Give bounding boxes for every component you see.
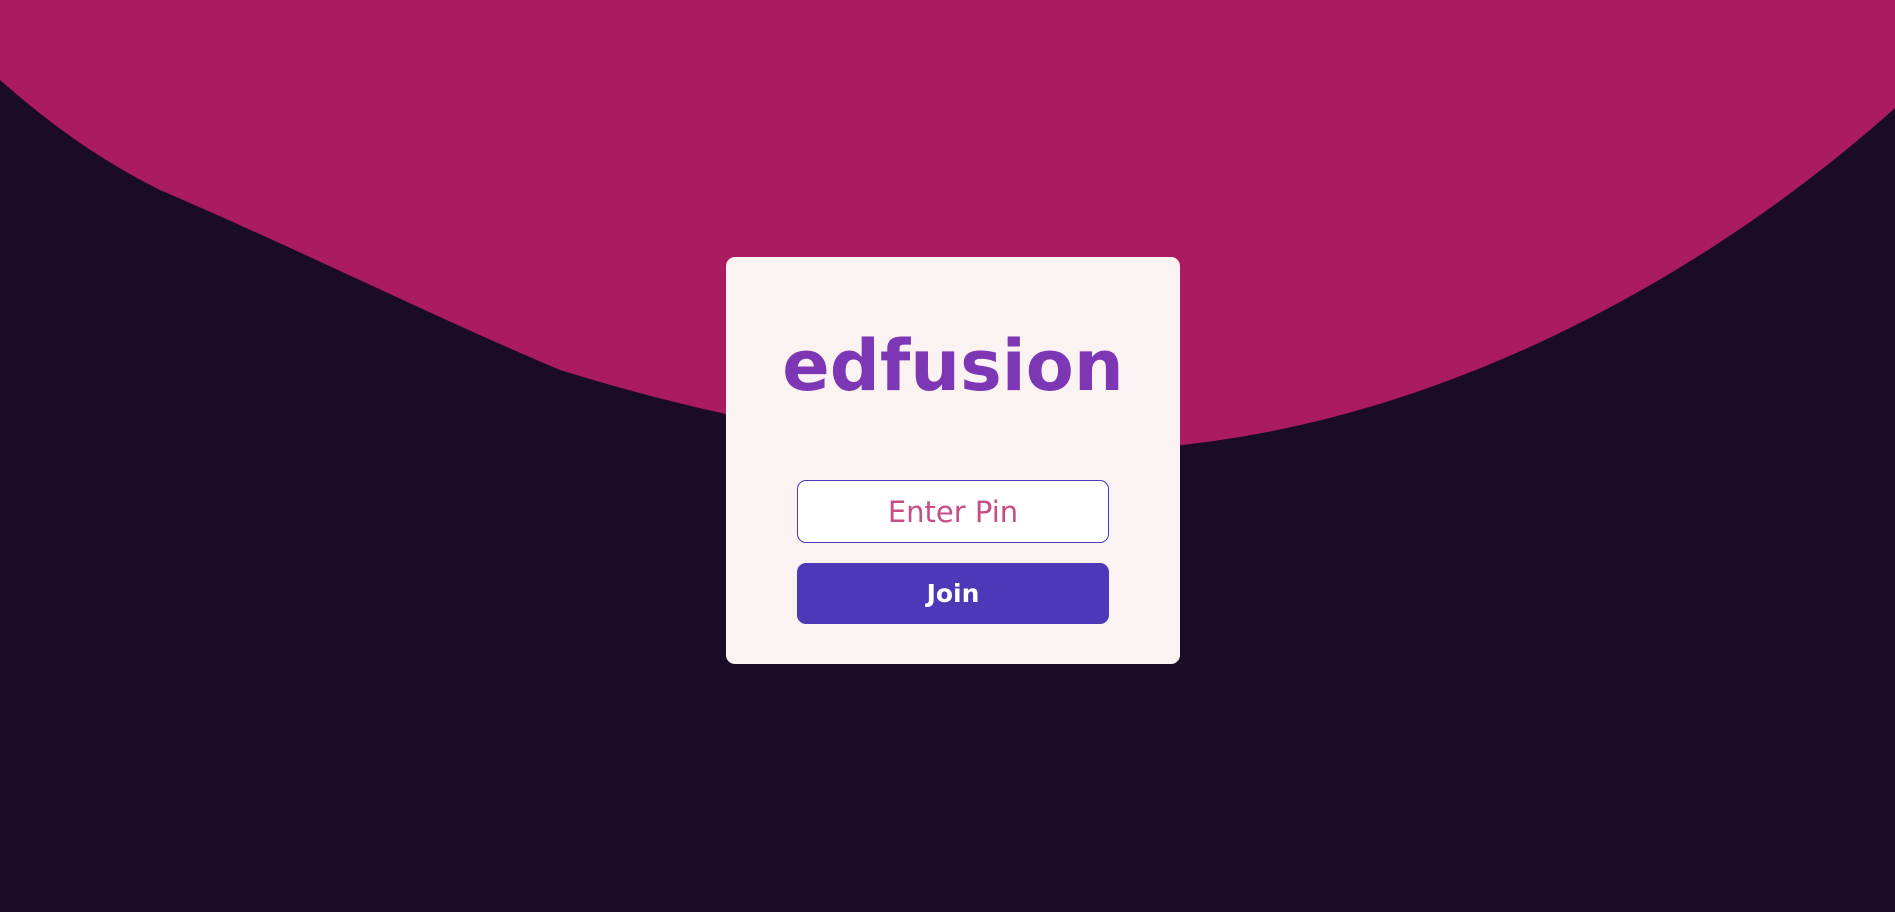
join-card: edfusion Join	[726, 257, 1180, 664]
join-page: edfusion Join	[0, 0, 1895, 912]
join-button[interactable]: Join	[797, 563, 1109, 624]
pin-input[interactable]	[797, 480, 1109, 543]
brand-logo: edfusion	[782, 325, 1124, 407]
